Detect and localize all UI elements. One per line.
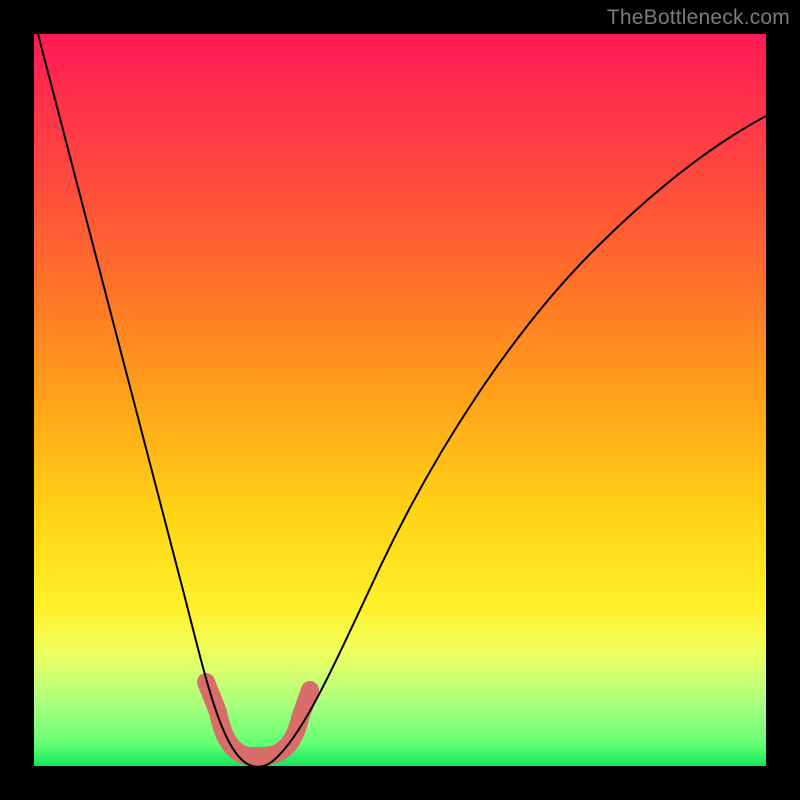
curve-layer xyxy=(34,34,766,766)
plot-area xyxy=(34,34,766,766)
watermark-text: TheBottleneck.com xyxy=(607,6,790,30)
minimum-highlight xyxy=(206,682,310,756)
bottleneck-curve xyxy=(38,34,766,766)
chart-frame: TheBottleneck.com xyxy=(0,0,800,800)
